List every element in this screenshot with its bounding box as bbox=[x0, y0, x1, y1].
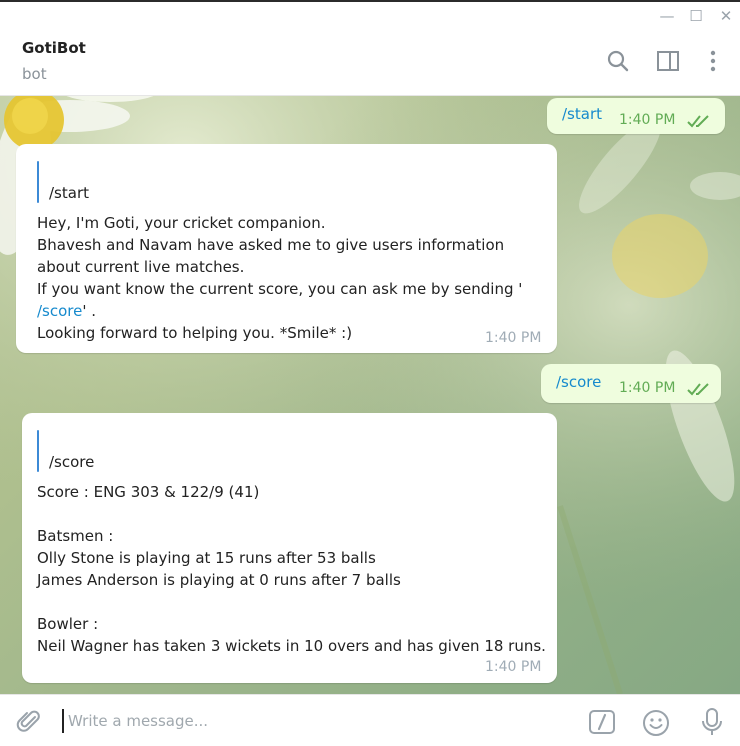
reply-quote-bar bbox=[37, 430, 39, 472]
attach-icon[interactable] bbox=[16, 709, 42, 735]
message-line: Hey, I'm Goti, your cricket companion. bbox=[37, 214, 326, 232]
message-line: If you want know the current score, you … bbox=[37, 280, 523, 298]
message-time: 1:40 PM bbox=[619, 380, 676, 396]
chat-header[interactable]: GotiBot bot bbox=[0, 28, 740, 96]
minimize-button[interactable]: — bbox=[656, 6, 678, 26]
more-vertical-icon[interactable] bbox=[700, 48, 726, 74]
message-text[interactable]: /score bbox=[556, 373, 601, 391]
read-ticks-icon bbox=[687, 383, 709, 396]
message-line: Batsmen : bbox=[37, 527, 114, 545]
message-line: Neil Wagner has taken 3 wickets in 10 ov… bbox=[37, 637, 546, 655]
message-text-fragment: ' . bbox=[82, 302, 97, 320]
microphone-icon[interactable] bbox=[700, 707, 724, 737]
message-time: 1:40 PM bbox=[485, 330, 542, 346]
window-title-bar: — ☐ ✕ bbox=[0, 0, 740, 28]
message-line: Bhavesh and Navam have asked me to give … bbox=[37, 236, 505, 254]
message-line: Score : ENG 303 & 122/9 (41) bbox=[37, 483, 260, 501]
chat-title[interactable]: GotiBot bbox=[22, 39, 86, 57]
sidebar-toggle-icon[interactable] bbox=[655, 48, 681, 74]
message-composer bbox=[0, 694, 740, 746]
chat-history[interactable]: /start 1:40 PM /start Hey, I'm Goti, you… bbox=[0, 96, 740, 694]
outgoing-message[interactable]: /start 1:40 PM bbox=[547, 98, 725, 134]
score-command-link[interactable]: /score bbox=[37, 302, 82, 320]
telegram-window: — ☐ ✕ GotiBot bot /start 1:40 PM /start … bbox=[0, 0, 740, 746]
read-ticks-icon bbox=[687, 115, 709, 128]
maximize-button[interactable]: ☐ bbox=[685, 6, 707, 26]
incoming-message[interactable]: /score Score : ENG 303 & 122/9 (41) Bats… bbox=[22, 413, 557, 683]
message-line: Bowler : bbox=[37, 615, 99, 633]
reply-quote-text[interactable]: /start bbox=[49, 184, 89, 202]
close-button[interactable]: ✕ bbox=[715, 6, 737, 26]
message-line: Looking forward to helping you. *Smile* … bbox=[37, 324, 353, 342]
search-icon[interactable] bbox=[605, 48, 631, 74]
message-time: 1:40 PM bbox=[485, 659, 542, 675]
message-line: James Anderson is playing at 0 runs afte… bbox=[37, 571, 401, 589]
message-input[interactable] bbox=[62, 709, 568, 733]
reply-quote-text[interactable]: /score bbox=[49, 453, 94, 471]
message-line: about current live matches. bbox=[37, 258, 245, 276]
emoji-icon[interactable] bbox=[642, 709, 670, 737]
chat-subtitle: bot bbox=[22, 65, 47, 83]
incoming-message[interactable]: /start Hey, I'm Goti, your cricket compa… bbox=[16, 144, 557, 353]
message-line: /score' . bbox=[37, 302, 96, 320]
outgoing-message[interactable]: /score 1:40 PM bbox=[541, 364, 721, 403]
message-time: 1:40 PM bbox=[619, 112, 676, 128]
bot-command-icon[interactable] bbox=[588, 709, 616, 735]
message-line: Olly Stone is playing at 15 runs after 5… bbox=[37, 549, 376, 567]
reply-quote-bar bbox=[37, 161, 39, 203]
message-text[interactable]: /start bbox=[562, 105, 602, 123]
